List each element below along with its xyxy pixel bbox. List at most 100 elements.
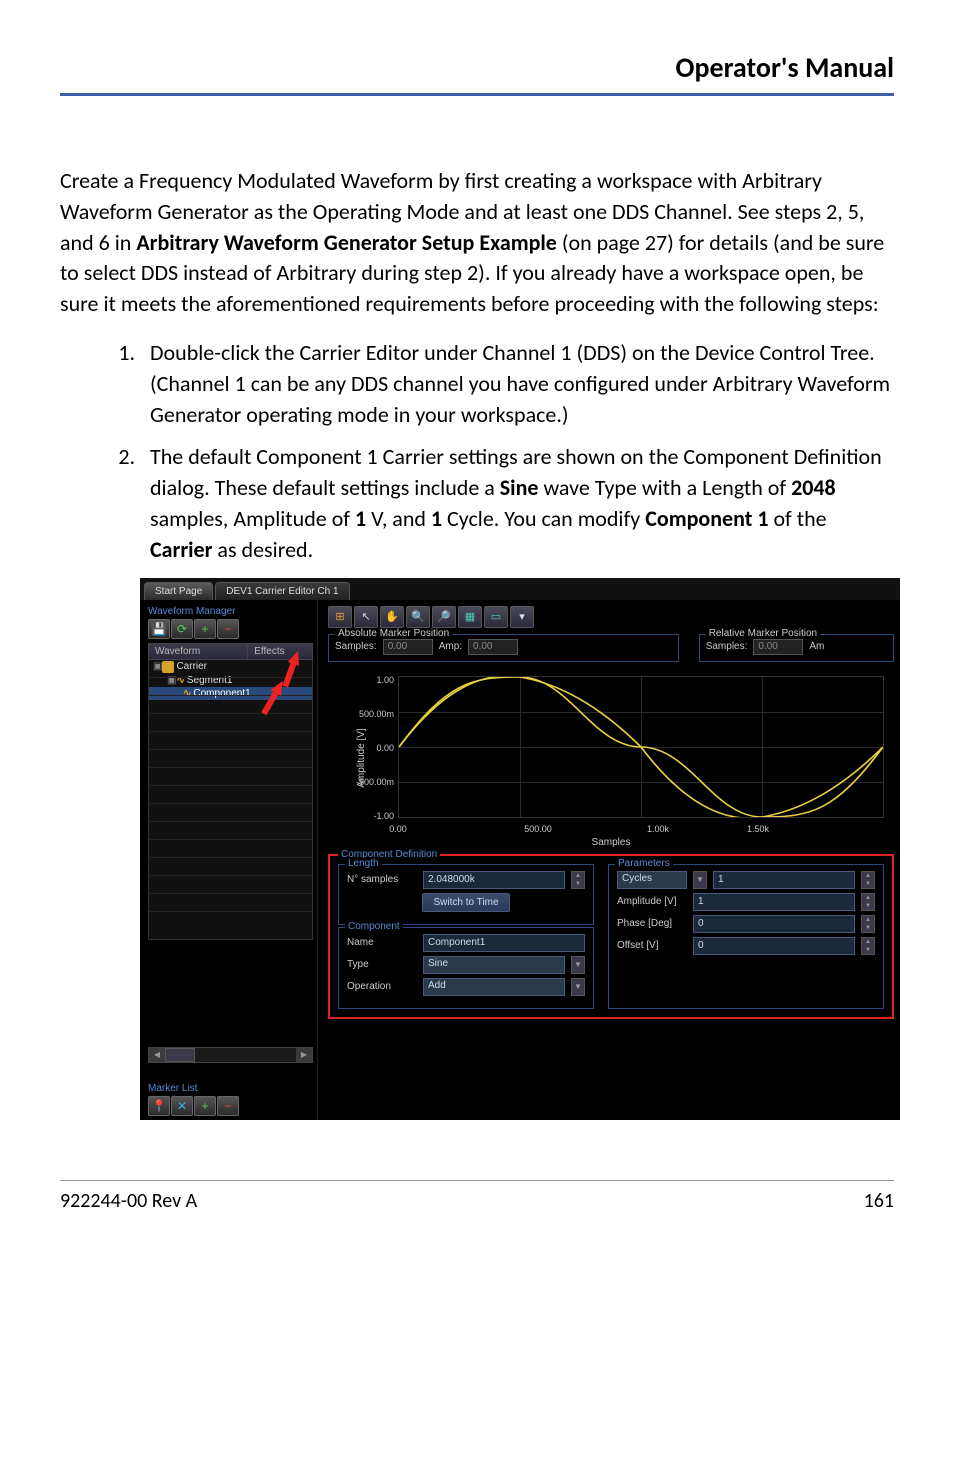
footer-doc-id: 922244-00 Rev A (60, 1189, 197, 1213)
s2-i: Cycle. You can modify (442, 505, 645, 532)
cycles-input[interactable] (713, 871, 855, 889)
intro-paragraph: Create a Frequency Modulated Waveform by… (60, 166, 894, 320)
page-footer: 922244-00 Rev A 161 (60, 1180, 894, 1213)
parameters-group: Parameters Cycles ▼ ▲▼ Amplitude [V] (608, 864, 884, 1009)
tab-carrier-editor[interactable]: DEV1 Carrier Editor Ch 1 (215, 582, 349, 600)
chevron-down-icon[interactable]: ▼ (571, 956, 585, 974)
switch-to-time-button[interactable]: Switch to Time (422, 893, 509, 912)
ml-toolbar: 📍 ✕ + − (148, 1096, 313, 1116)
waveform-chart: Amplitude [V] 1.00 500.00m 0.00 -500.00m… (328, 668, 894, 848)
phase-input[interactable] (693, 915, 855, 933)
abs-samples-input[interactable] (383, 639, 433, 655)
abs-amp-label: Amp: (439, 641, 462, 652)
s2-carrier: Carrier (150, 536, 212, 563)
fit-icon[interactable]: ▭ (484, 606, 508, 628)
scroll-right-icon[interactable]: ▶ (296, 1048, 312, 1062)
cycles-select[interactable]: Cycles (617, 871, 687, 889)
marker-minus-icon[interactable]: − (217, 1096, 239, 1116)
cursor-icon[interactable]: ↖ (354, 606, 378, 628)
steps-list: Double-click the Carrier Editor under Ch… (60, 338, 894, 566)
zoom-box-icon[interactable]: ▦ (458, 606, 482, 628)
operation-label: Operation (347, 981, 417, 992)
s2-1c: 1 (431, 505, 442, 532)
marker-plus-icon[interactable]: + (194, 1096, 216, 1116)
phase-label: Phase [Deg] (617, 918, 687, 929)
component-title: Component (345, 921, 403, 932)
s2-k: of the (768, 505, 826, 532)
xtick-1: 500.00 (524, 824, 552, 834)
name-input[interactable] (423, 934, 585, 952)
offset-label: Offset [V] (617, 940, 687, 951)
cycles-spinner[interactable]: ▲▼ (861, 871, 875, 889)
s2-c: wave Type with a Length of (538, 474, 791, 501)
xtick-3: 1.50k (747, 824, 769, 834)
s2-2048: 2048 (791, 474, 836, 501)
rel-samples-label: Samples: (706, 641, 748, 652)
intro-bold-ref: Arbitrary Waveform Generator Setup Examp… (136, 229, 557, 256)
tab-start-page[interactable]: Start Page (144, 582, 213, 600)
rel-samples-input[interactable] (753, 639, 803, 655)
length-group: Length N° samples ▲▼ Switch to Time (338, 864, 594, 925)
scroll-left-icon[interactable]: ◀ (149, 1048, 165, 1062)
n-samples-input[interactable] (423, 871, 565, 889)
s2-comp1: Component 1 (645, 505, 768, 532)
absolute-marker-group: Absolute Marker Position Samples: Amp: (328, 634, 679, 662)
chevron-down-icon[interactable]: ▼ (571, 978, 585, 996)
ytick-0: 1.00 (344, 675, 394, 685)
ytick-3: -500.00m (344, 777, 394, 787)
app-screenshot: Start Page DEV1 Carrier Editor Ch 1 Wave… (140, 578, 900, 1120)
page-header-title: Operator's Manual (60, 50, 894, 96)
hand-icon[interactable]: ✋ (380, 606, 404, 628)
xtick-0: 0.00 (389, 824, 407, 834)
grid-icon[interactable]: ⊞ (328, 606, 352, 628)
length-title: Length (345, 858, 382, 869)
chevron-down-icon[interactable]: ▼ (693, 871, 707, 889)
add-icon[interactable]: + (194, 619, 216, 639)
n-samples-label: N° samples (347, 874, 417, 885)
s2-e: samples, Amplitude of (150, 505, 355, 532)
xtick-2: 1.00k (647, 824, 669, 834)
phase-spinner[interactable]: ▲▼ (861, 915, 875, 933)
dropdown-icon[interactable]: ▾ (510, 606, 534, 628)
type-select[interactable]: Sine (423, 956, 565, 974)
refresh-icon[interactable]: ⟳ (171, 619, 193, 639)
amplitude-spinner[interactable]: ▲▼ (861, 893, 875, 911)
chart-plot-area (398, 676, 884, 818)
remove-icon[interactable]: − (217, 619, 239, 639)
marker-add-icon[interactable]: 📍 (148, 1096, 170, 1116)
marker-delete-icon[interactable]: ✕ (171, 1096, 193, 1116)
chart-toolbar: ⊞ ↖ ✋ 🔍 🔎 ▦ ▭ ▾ (328, 606, 894, 628)
scroll-track[interactable] (165, 1048, 296, 1062)
relative-marker-group: Relative Marker Position Samples: Am (699, 634, 894, 662)
waveform-manager-title: Waveform Manager (148, 606, 313, 617)
col-waveform[interactable]: Waveform (149, 644, 248, 659)
component-definition-panel: Component Definition Length N° samples ▲… (328, 854, 894, 1019)
rel-amp-label: Am (809, 641, 824, 652)
abs-marker-title: Absolute Marker Position (335, 628, 452, 639)
operation-select[interactable]: Add (423, 978, 565, 996)
s2-sine: Sine (500, 474, 539, 501)
scroll-thumb[interactable] (165, 1048, 195, 1062)
rel-marker-title: Relative Marker Position (706, 628, 820, 639)
n-samples-spinner[interactable]: ▲▼ (571, 871, 585, 889)
left-panel: Waveform Manager 💾 ⟳ + − Waveform Effect… (140, 600, 318, 1120)
component-group: Component Name Type Sine ▼ (338, 927, 594, 1009)
right-panel: ⊞ ↖ ✋ 🔍 🔎 ▦ ▭ ▾ Absolute Marker Position (318, 600, 900, 1120)
parameters-title: Parameters (615, 858, 673, 869)
offset-spinner[interactable]: ▲▼ (861, 937, 875, 955)
save-icon[interactable]: 💾 (148, 619, 170, 639)
chart-xlabel: Samples (592, 837, 631, 848)
abs-amp-input[interactable] (468, 639, 518, 655)
marker-list-title: Marker List (148, 1083, 313, 1094)
tree-h-scrollbar[interactable]: ◀ ▶ (148, 1047, 313, 1063)
amplitude-input[interactable] (693, 893, 855, 911)
tree-body: ▣ Carrier ▣ ∿ Segment1 ∿ Component1 (148, 660, 313, 940)
type-label: Type (347, 959, 417, 970)
ytick-2: 0.00 (344, 743, 394, 753)
zoom-in-icon[interactable]: 🔍 (406, 606, 430, 628)
zoom-out-icon[interactable]: 🔎 (432, 606, 456, 628)
footer-page-number: 161 (864, 1189, 894, 1213)
offset-input[interactable] (693, 937, 855, 955)
s2-g: V, and (366, 505, 431, 532)
ytick-1: 500.00m (344, 709, 394, 719)
